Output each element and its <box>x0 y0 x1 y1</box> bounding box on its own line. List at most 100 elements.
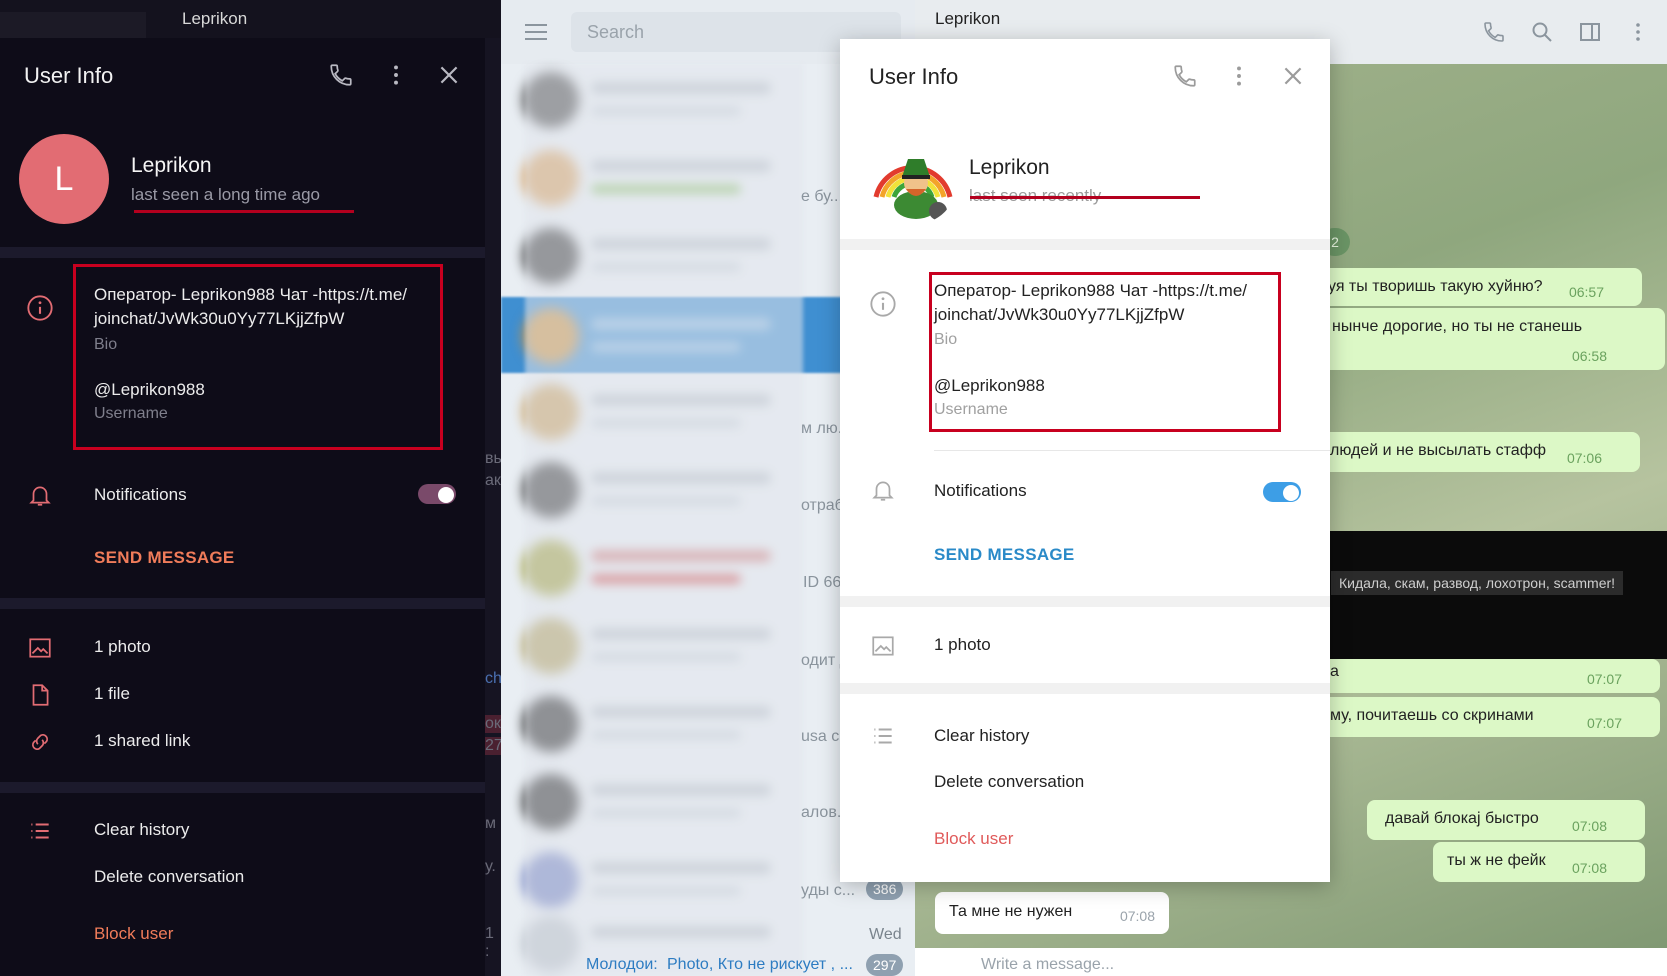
chat-day: Wed <box>869 926 902 943</box>
message-time: 07:08 <box>1119 908 1155 924</box>
block-user-button[interactable]: Block user <box>934 829 1013 849</box>
message-bubble[interactable]: уя ты творишь такую хуйню? 06:57 <box>1320 268 1642 306</box>
phone-icon[interactable] <box>1482 20 1506 44</box>
message-bubble[interactable]: ты ж не фейк 07:08 <box>1433 842 1645 882</box>
menu-icon[interactable] <box>523 20 549 44</box>
more-vertical-icon[interactable] <box>1626 20 1650 44</box>
link-icon <box>27 729 53 755</box>
message-bubble[interactable]: давай блокаj быстро 07:08 <box>1367 800 1645 840</box>
gutter-snippet: вь <box>485 450 501 467</box>
avatar[interactable]: L <box>19 134 109 224</box>
profile-name: Leprikon <box>969 156 1050 179</box>
bio-text-line1: Оператор- Leprikon988 Чат -https://t.me/ <box>94 285 407 304</box>
dark-panel-title: User Info <box>24 63 114 88</box>
message-bubble[interactable]: му, почитаешь со скринами 07:07 <box>1320 697 1660 737</box>
username-value[interactable]: @Leprikon988 <box>934 376 1045 396</box>
search-icon[interactable] <box>1530 20 1554 44</box>
message-input[interactable]: Write a message... <box>915 948 1667 976</box>
media-files[interactable]: 1 file <box>94 684 130 704</box>
more-vertical-icon[interactable] <box>383 62 409 88</box>
media-message[interactable]: Кидала, скам, развод, лохотрон, scammer! <box>1325 531 1667 659</box>
avatar[interactable] <box>868 135 958 225</box>
bio-label: Bio <box>94 336 118 353</box>
background-gutter <box>485 38 501 976</box>
list-icon <box>870 723 896 749</box>
section-divider <box>0 247 485 258</box>
chat-snippet: usa с <box>801 728 840 745</box>
chat-snippet: отраб <box>801 497 844 514</box>
info-icon <box>869 290 897 318</box>
chat-snippet: Photo, Кто не рискует , ... <box>667 956 853 973</box>
dark-tab-block <box>0 12 146 38</box>
media-caption: Кидала, скам, развод, лохотрон, scammer! <box>1331 571 1624 595</box>
delete-conversation-button[interactable]: Delete conversation <box>934 772 1084 792</box>
message-time: 07:07 <box>1586 715 1622 731</box>
more-vertical-icon[interactable] <box>1226 63 1252 89</box>
profile-status: last seen a long time ago <box>131 185 321 204</box>
gutter-snippet: ок <box>485 715 501 733</box>
message-time: 06:57 <box>1568 284 1604 300</box>
clear-history-button[interactable]: Clear history <box>934 726 1029 746</box>
bio-label: Bio <box>934 331 958 348</box>
message-time: 07:08 <box>1571 860 1607 876</box>
bio-text-line1: Оператор- Leprikon988 Чат -https://t.me/ <box>934 281 1247 300</box>
username-value[interactable]: @Leprikon988 <box>94 380 205 400</box>
media-photos[interactable]: 1 photo <box>934 635 991 655</box>
light-user-info-panel: User Info Leprikon last seen recently Оп… <box>840 39 1330 882</box>
block-user-button[interactable]: Block user <box>94 924 173 944</box>
send-message-button[interactable]: SEND MESSAGE <box>94 548 235 568</box>
message-time: 06:58 <box>1571 348 1607 364</box>
message-time: 07:06 <box>1566 450 1602 466</box>
bell-icon <box>870 477 896 503</box>
message-text: а <box>1330 663 1339 680</box>
annotation-underline <box>134 210 354 213</box>
section-divider <box>0 598 485 609</box>
chat-snippet: ID 66 <box>803 574 842 591</box>
row-divider <box>934 450 1330 451</box>
message-placeholder: Write a message... <box>981 956 1115 973</box>
message-time: 07:08 <box>1571 818 1607 834</box>
bio-text-line2: joinchat/JvWk30u0Yy77LKjjZfpW <box>94 309 345 328</box>
message-text: Та мне не нужен <box>949 903 1073 920</box>
message-bubble[interactable]: нынче дорогие, но ты не станешь 06:58 <box>1320 308 1665 370</box>
clear-history-button[interactable]: Clear history <box>94 820 189 840</box>
username-label: Username <box>934 401 1008 418</box>
phone-icon[interactable] <box>1172 63 1198 89</box>
message-bubble[interactable]: людей и не высылать стафф 07:06 <box>1320 432 1640 472</box>
notifications-toggle[interactable] <box>1263 482 1301 502</box>
section-divider <box>840 596 1330 607</box>
message-text: ты ж не фейк <box>1447 852 1546 869</box>
message-bubble[interactable]: а 07:07 <box>1320 659 1660 693</box>
close-icon[interactable] <box>436 62 462 88</box>
media-photos[interactable]: 1 photo <box>94 637 151 657</box>
phone-icon[interactable] <box>328 62 354 88</box>
media-links[interactable]: 1 shared link <box>94 731 190 751</box>
gutter-snippet: м <box>485 815 496 832</box>
chat-sender: Молодои: <box>586 956 658 973</box>
section-divider <box>840 683 1330 694</box>
photo-icon <box>27 635 53 661</box>
sidebar-toggle-icon[interactable] <box>1578 20 1602 44</box>
notifications-toggle[interactable] <box>418 484 456 504</box>
close-icon[interactable] <box>1280 63 1306 89</box>
username-label: Username <box>94 405 168 422</box>
incoming-message[interactable]: Та мне не нужен 07:08 <box>935 892 1169 934</box>
chat-snippet: уды с... <box>801 882 856 899</box>
message-text: давай блокаj быстро <box>1385 810 1539 827</box>
unread-badge: 297 <box>866 954 904 976</box>
section-divider <box>0 782 485 793</box>
send-message-button[interactable]: SEND MESSAGE <box>934 545 1075 565</box>
gutter-snippet: 27 <box>485 737 501 755</box>
gutter-snippet: ch <box>485 670 501 687</box>
delete-conversation-button[interactable]: Delete conversation <box>94 867 244 887</box>
message-text: му, почитаешь со скринами <box>1330 707 1534 724</box>
message-text: нынче дорогие, но ты не станешь <box>1332 318 1583 335</box>
gutter-snippet: у. <box>485 858 496 875</box>
bell-icon <box>27 482 53 508</box>
bio-text-line2: joinchat/JvWk30u0Yy77LKjjZfpW <box>934 305 1185 324</box>
chat-title[interactable]: Leprikon <box>935 9 1000 29</box>
dark-user-info-window: Leprikon User Info L Leprikon last seen … <box>0 0 501 976</box>
list-icon <box>27 818 53 844</box>
info-icon <box>26 294 54 322</box>
blur-overlay <box>525 64 803 976</box>
